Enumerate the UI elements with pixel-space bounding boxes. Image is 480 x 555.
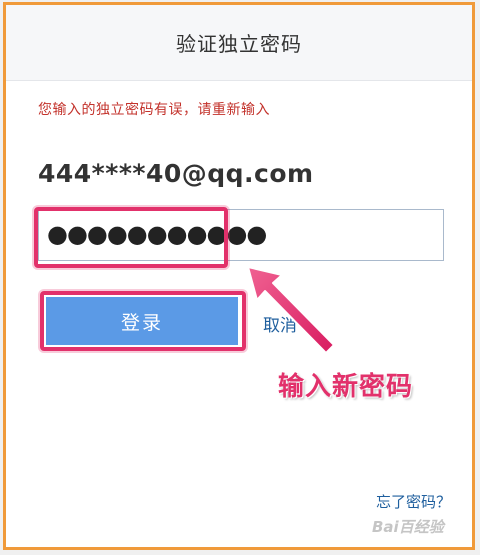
forgot-password-link[interactable]: 忘了密码？ xyxy=(376,491,451,512)
dialog-window: 验证独立密码 您输入的独立密码有误，请重新输入 444****40@qq.com… xyxy=(3,2,475,550)
watermark-logo: Bai百经验 xyxy=(372,518,444,536)
error-message: 您输入的独立密码有误，请重新输入 xyxy=(38,102,270,118)
password-highlight-box xyxy=(34,207,228,268)
annotation-label: 输入新密码 xyxy=(278,372,414,402)
account-email: 444****40@qq.com xyxy=(38,159,314,188)
dialog-header: 验证独立密码 xyxy=(6,5,472,81)
annotation-arrow-icon xyxy=(247,266,335,354)
dialog-title: 验证独立密码 xyxy=(176,32,302,56)
login-highlight-box xyxy=(40,291,246,351)
